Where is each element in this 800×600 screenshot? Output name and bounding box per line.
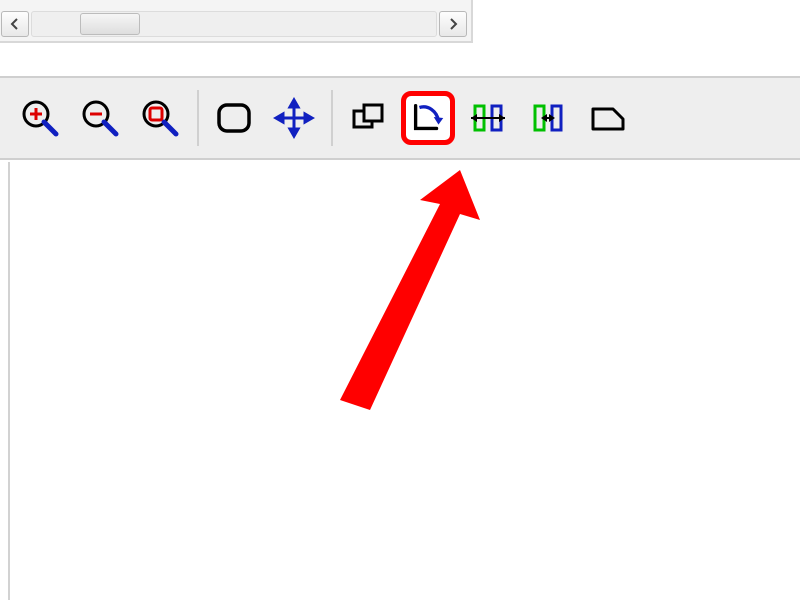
scroll-right-button[interactable] xyxy=(439,11,467,37)
align-horizontal-button[interactable] xyxy=(461,91,515,145)
scroll-thumb[interactable] xyxy=(80,13,140,35)
rotate-icon xyxy=(408,98,448,138)
toolbar-separator xyxy=(331,90,333,146)
fit-view-icon xyxy=(213,97,255,139)
canvas-area[interactable] xyxy=(8,162,800,600)
page-icon xyxy=(587,97,629,139)
toolbar-separator xyxy=(197,90,199,146)
overlap-rect-icon xyxy=(347,97,389,139)
copy-button[interactable] xyxy=(341,91,395,145)
align-horizontal-alt-icon xyxy=(527,97,569,139)
main-toolbar xyxy=(0,76,800,160)
horizontal-scrollbar[interactable] xyxy=(1,11,467,37)
fit-view-button[interactable] xyxy=(207,91,261,145)
pan-button[interactable] xyxy=(267,91,321,145)
scroll-track[interactable] xyxy=(31,11,437,37)
zoom-in-icon xyxy=(19,97,61,139)
zoom-out-icon xyxy=(79,97,121,139)
pan-move-icon xyxy=(273,97,315,139)
rotate-button[interactable] xyxy=(401,91,455,145)
zoom-in-button[interactable] xyxy=(13,91,67,145)
zoom-out-button[interactable] xyxy=(73,91,127,145)
align-horizontal-icon xyxy=(467,97,509,139)
zoom-reset-icon xyxy=(139,97,181,139)
zoom-reset-button[interactable] xyxy=(133,91,187,145)
scroll-left-button[interactable] xyxy=(1,11,29,37)
side-panel xyxy=(0,0,473,43)
align-horizontal-alt-button[interactable] xyxy=(521,91,575,145)
page-button[interactable] xyxy=(581,91,635,145)
